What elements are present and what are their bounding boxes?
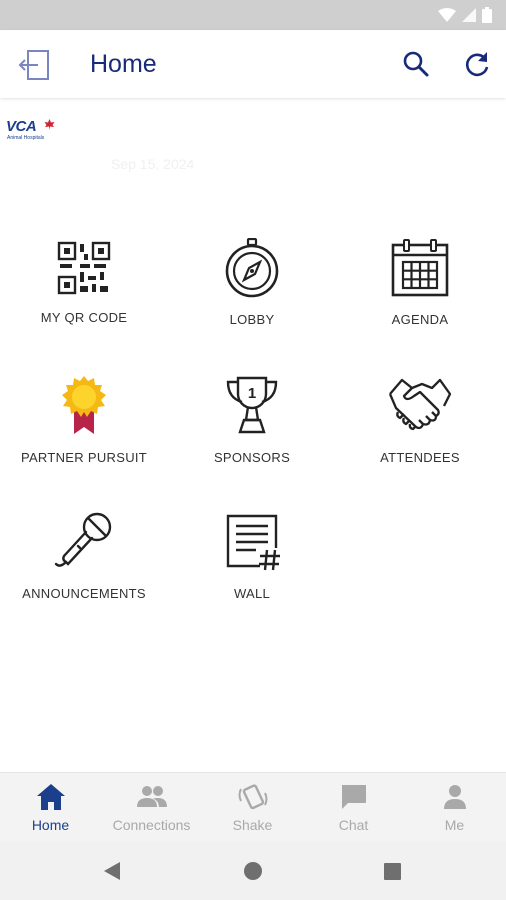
nav-chat[interactable]: Chat [303, 783, 404, 833]
app-bar: Home [0, 30, 506, 98]
tile-label: AGENDA [391, 312, 449, 327]
tile-attendees[interactable]: ATTENDEES [336, 374, 504, 465]
tile-announcements[interactable]: ANNOUNCEMENTS [0, 510, 168, 601]
refresh-icon[interactable] [463, 50, 491, 78]
nav-connections[interactable]: Connections [101, 783, 202, 833]
wifi-icon [438, 8, 456, 22]
nav-home[interactable]: Home [0, 783, 101, 833]
tile-my-qr-code[interactable]: MY QR CODE [0, 240, 168, 325]
nav-label: Me [444, 817, 465, 833]
back-icon[interactable] [102, 861, 122, 881]
search-icon[interactable] [402, 50, 430, 78]
maple-leaf-icon [44, 119, 55, 130]
status-icons [438, 7, 492, 23]
tile-sponsors[interactable]: 1 SPONSORS [168, 374, 336, 465]
people-icon [136, 786, 167, 807]
event-title: VCA Canada East Regional Conference [111, 130, 378, 147]
nav-label: Connections [112, 817, 191, 833]
bottom-navigation: Home Connections Shake Chat Me [0, 772, 506, 843]
page-title: Home [90, 50, 157, 78]
svg-text:1: 1 [248, 385, 256, 402]
home-icon [36, 784, 65, 810]
handshake-icon [388, 378, 452, 431]
logo-subtext: Animal Hospitals [7, 135, 45, 141]
tile-label: MY QR CODE [40, 310, 128, 325]
tile-label: ANNOUNCEMENTS [22, 586, 146, 601]
compass-icon [225, 238, 279, 298]
tile-agenda[interactable]: AGENDA [336, 238, 504, 327]
event-logo: VCA Animal Hospitals [0, 98, 506, 208]
exit-icon[interactable] [18, 48, 52, 82]
home-button-icon[interactable] [244, 862, 262, 880]
medal-icon [62, 376, 106, 434]
person-icon [443, 785, 466, 809]
tile-label: WALL [233, 586, 271, 601]
tile-label: ATTENDEES [380, 450, 460, 465]
wall-post-icon [226, 514, 280, 571]
nav-me[interactable]: Me [404, 783, 505, 833]
nav-shake[interactable]: Shake [202, 783, 303, 833]
nav-label: Home [31, 817, 70, 833]
trophy-icon: 1 [226, 376, 278, 434]
logo-text: VCA [6, 118, 37, 135]
qr-code-icon [57, 241, 111, 295]
microphone-icon [54, 512, 112, 567]
signal-icon [462, 8, 476, 22]
tile-lobby[interactable]: LOBBY [168, 238, 336, 327]
recents-icon[interactable] [384, 863, 401, 880]
nav-label: Shake [232, 817, 273, 833]
tile-wall[interactable]: WALL [168, 512, 336, 601]
nav-label: Chat [338, 817, 369, 833]
tile-partner-pursuit[interactable]: PARTNER PURSUIT [0, 374, 168, 465]
tile-label: PARTNER PURSUIT [20, 450, 148, 465]
tile-label: SPONSORS [213, 450, 291, 465]
shake-phone-icon [238, 784, 267, 810]
calendar-icon [391, 239, 449, 297]
event-date: Sep 15, 2024 [111, 156, 195, 172]
status-bar [0, 0, 506, 30]
chat-icon [341, 785, 366, 809]
battery-icon [482, 7, 492, 23]
tile-label: LOBBY [229, 312, 275, 327]
system-navigation-bar [0, 842, 506, 900]
